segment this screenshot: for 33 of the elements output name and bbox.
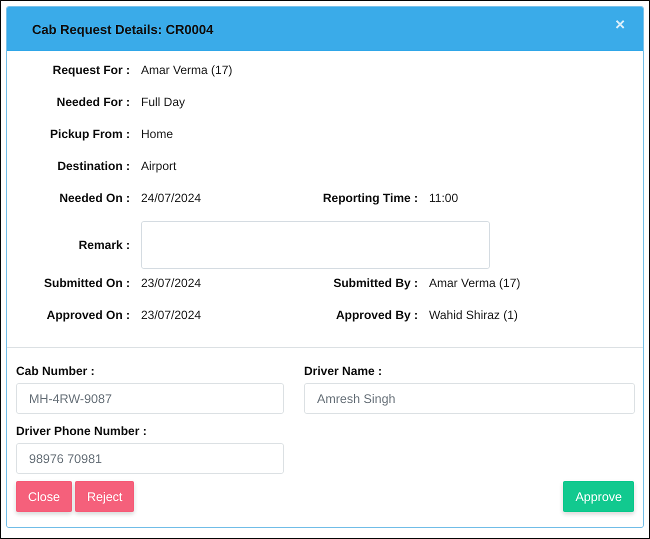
dialog-title: Cab Request Details: CR0004 xyxy=(32,22,214,36)
input-field[interactable]: 98976 70981 xyxy=(16,443,284,474)
remark-field[interactable] xyxy=(141,221,490,269)
field-value: 23/07/2024 xyxy=(141,276,202,290)
input-field[interactable]: Amresh Singh xyxy=(304,383,635,414)
field-label: Request For : xyxy=(52,63,130,77)
field-label: Approved By : xyxy=(334,308,418,322)
field-value: Home xyxy=(141,127,174,141)
field-label: Driver Name : xyxy=(304,364,384,378)
close-button[interactable]: × xyxy=(613,15,627,35)
field-label: Submitted On : xyxy=(43,276,130,290)
action-button[interactable]: Reject xyxy=(74,481,134,512)
field-value: 23/07/2024 xyxy=(141,308,202,322)
field-label: Needed For : xyxy=(56,95,130,109)
field-label: Approved On : xyxy=(46,308,130,322)
field-label: Cab Number : xyxy=(16,364,96,378)
field-label: Destination : xyxy=(56,159,130,173)
input-field[interactable]: MH-4RW-9087 xyxy=(16,383,284,414)
field-label: Needed On : xyxy=(58,191,130,205)
field-label: Driver Phone Number : xyxy=(16,424,148,438)
field-value: Wahid Shiraz (1) xyxy=(429,308,519,322)
field-label: Reporting Time : xyxy=(322,191,418,205)
field-label: Pickup From : xyxy=(48,127,130,141)
action-button[interactable]: Close xyxy=(16,481,72,512)
field-value: Airport xyxy=(141,159,178,173)
field-value: Amar Verma (17) xyxy=(429,276,522,290)
field-value: 11:00 xyxy=(429,191,460,205)
field-value: Full Day xyxy=(141,95,186,109)
field-value: 24/07/2024 xyxy=(141,191,202,205)
field-value: Amar Verma (17) xyxy=(141,63,234,77)
field-label: Remark : xyxy=(78,238,130,252)
approve-button[interactable]: Approve xyxy=(563,481,634,512)
field-label: Submitted By : xyxy=(332,276,418,290)
